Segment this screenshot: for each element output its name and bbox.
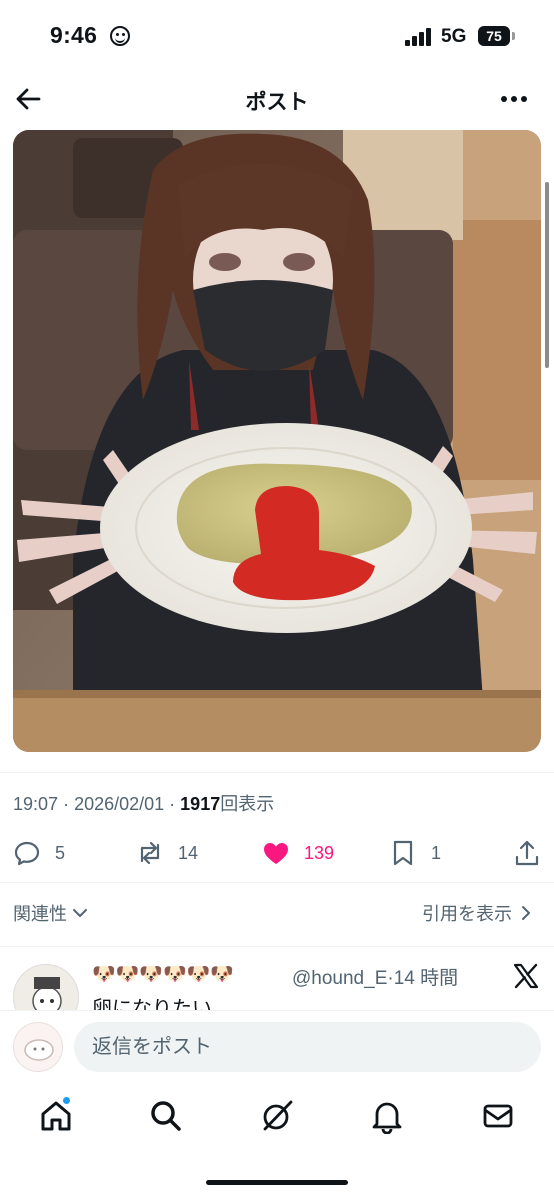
heart-icon xyxy=(264,843,288,864)
quotes-label: 引用を表示 xyxy=(422,904,512,924)
reply-handle[interactable]: @hound_E xyxy=(292,968,387,989)
sort-label: 関連性 xyxy=(13,904,67,924)
reply-handle-line: @hound_E·14 時間 xyxy=(292,963,458,990)
divider xyxy=(0,882,554,883)
action-bar: 5 14 139 1 xyxy=(0,830,554,876)
repost-count: 14 xyxy=(178,842,199,863)
search-icon xyxy=(151,1101,181,1131)
reply-text: 卵になりたい xyxy=(92,998,212,1010)
bookmark-button[interactable]: 1 xyxy=(389,836,441,870)
view-label: 回表示 xyxy=(220,794,275,814)
view-count: 1917 xyxy=(180,794,221,814)
view-quotes-link[interactable]: 引用を表示 xyxy=(422,900,536,926)
chevron-down-icon xyxy=(73,909,87,917)
signal-icon xyxy=(405,28,433,46)
repost-icon xyxy=(140,841,160,865)
repost-button[interactable]: 14 xyxy=(136,836,198,870)
tab-search[interactable] xyxy=(148,1098,184,1134)
reply-author-name[interactable]: 🐶🐶🐶🐶🐶🐶 xyxy=(92,962,234,986)
post-meta: 19:07 · 2026/02/01 · 1917回表示 xyxy=(13,790,274,816)
post-image[interactable] xyxy=(13,130,541,752)
chevron-right-icon xyxy=(522,906,530,920)
meta-separator: · xyxy=(169,794,181,814)
reply-icon xyxy=(14,841,40,866)
share-icon xyxy=(515,840,539,866)
post-date: 2026/02/01 xyxy=(74,794,165,814)
reply-input[interactable]: 返信をポスト xyxy=(74,1022,541,1072)
tab-grok[interactable] xyxy=(259,1098,295,1134)
sort-dropdown[interactable]: 関連性 xyxy=(13,900,90,926)
like-count: 139 xyxy=(304,842,335,863)
mail-icon xyxy=(483,1104,513,1128)
tab-home[interactable] xyxy=(38,1096,74,1134)
share-button[interactable] xyxy=(513,836,541,870)
focus-mode-icon xyxy=(110,26,130,46)
divider xyxy=(0,946,554,947)
tab-messages[interactable] xyxy=(480,1098,516,1134)
reply-composer: 返信をポスト xyxy=(0,1010,554,1080)
tab-notifications[interactable] xyxy=(369,1098,405,1135)
battery-icon: 75 xyxy=(478,26,510,46)
reply-count: 5 xyxy=(55,842,66,863)
more-icon xyxy=(501,96,527,102)
notification-dot xyxy=(62,1096,71,1105)
network-type: 5G xyxy=(441,26,467,47)
reply-button[interactable]: 5 xyxy=(13,836,65,870)
reply-item[interactable]: 🐶🐶🐶🐶🐶🐶 @hound_E·14 時間 卵になりたい xyxy=(0,948,554,1010)
bell-icon xyxy=(372,1102,402,1135)
battery-tip xyxy=(512,32,515,40)
post-time: 19:07 xyxy=(13,794,59,814)
more-button[interactable] xyxy=(496,82,532,116)
meta-separator: · xyxy=(63,794,75,814)
status-bar: 9:46 5G 75 xyxy=(0,0,554,72)
omurice-photo xyxy=(13,130,541,752)
avatar[interactable] xyxy=(13,964,79,1010)
divider xyxy=(0,772,554,773)
bookmark-count: 1 xyxy=(431,842,442,863)
grok-icon xyxy=(263,1100,293,1131)
status-time: 9:46 xyxy=(50,22,98,48)
scrollbar[interactable] xyxy=(545,182,549,368)
like-button[interactable]: 139 xyxy=(262,836,334,870)
avatar xyxy=(13,1022,63,1072)
x-logo-icon xyxy=(513,963,539,989)
home-indicator xyxy=(206,1180,348,1185)
post-header: ポスト xyxy=(0,72,554,126)
page-title: ポスト xyxy=(245,91,309,114)
reply-time: 14 時間 xyxy=(393,968,459,989)
bookmark-icon xyxy=(393,840,413,866)
